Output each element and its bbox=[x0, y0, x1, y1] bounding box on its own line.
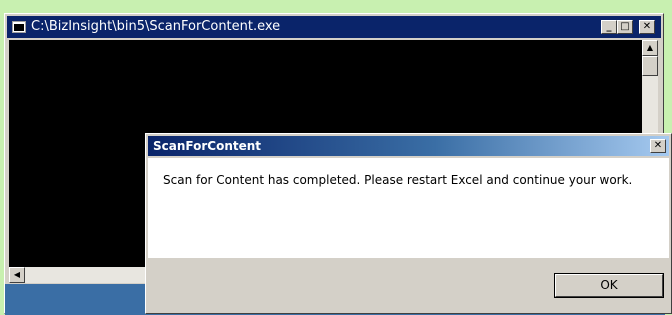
maximize-button[interactable]: □ bbox=[617, 20, 633, 34]
console-close-button[interactable]: ✕ bbox=[639, 20, 655, 34]
dialog-title-bar[interactable]: ScanForContent ✕ bbox=[148, 136, 669, 156]
message-dialog: ScanForContent ✕ Scan for Content has co… bbox=[145, 133, 672, 314]
console-title: C:\BizInsight\bin5\ScanForContent.exe bbox=[31, 19, 281, 34]
scroll-left-arrow-icon[interactable]: ◀ bbox=[9, 267, 25, 283]
minimize-button[interactable]: _ bbox=[601, 20, 617, 34]
scroll-up-arrow-icon[interactable]: ▲ bbox=[642, 40, 658, 56]
ok-button[interactable]: OK bbox=[554, 273, 664, 298]
console-title-bar[interactable]: C:\BizInsight\bin5\ScanForContent.exe _ … bbox=[7, 16, 661, 38]
desktop-background bbox=[0, 0, 672, 12]
dialog-title: ScanForContent bbox=[153, 139, 262, 153]
dialog-message: Scan for Content has completed. Please r… bbox=[163, 173, 633, 187]
vertical-scroll-thumb[interactable] bbox=[642, 56, 658, 76]
console-app-icon[interactable] bbox=[12, 21, 26, 33]
dialog-close-button[interactable]: ✕ bbox=[650, 139, 666, 153]
